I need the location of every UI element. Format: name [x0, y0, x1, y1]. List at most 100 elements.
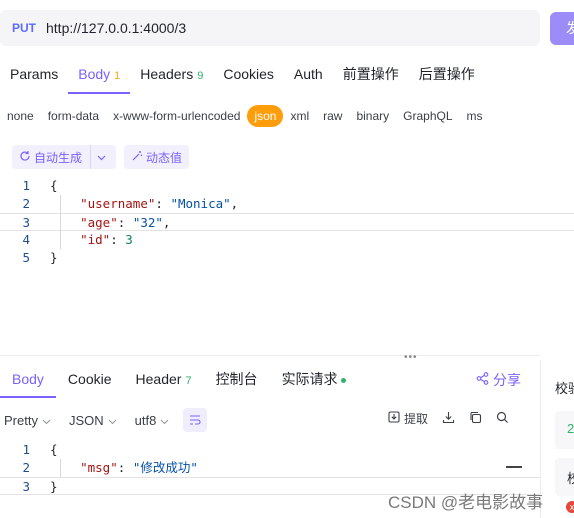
- code-line-current: 3 "age": "32",: [0, 213, 574, 231]
- line-number: 1: [22, 178, 30, 193]
- tab-pre-ops[interactable]: 前置操作: [333, 56, 409, 94]
- json-colon: :: [155, 196, 171, 211]
- search-icon[interactable]: [496, 411, 509, 427]
- body-type-graphql[interactable]: GraphQL: [396, 105, 459, 127]
- line-number: 3: [22, 215, 30, 230]
- resp-tab-actual-request[interactable]: 实际请求: [270, 362, 358, 398]
- encoding-value: utf8: [134, 412, 157, 428]
- url-bar[interactable]: PUT http://127.0.0.1:4000/3: [0, 10, 540, 46]
- extract-icon: [388, 411, 400, 426]
- brace: }: [50, 250, 58, 265]
- method-select[interactable]: PUT: [0, 21, 46, 35]
- status-dot: [340, 377, 346, 383]
- line-number: 3: [22, 479, 30, 494]
- tab-label: Params: [10, 66, 59, 82]
- body-type-json[interactable]: json: [247, 105, 284, 127]
- copy-icon[interactable]: [469, 411, 482, 427]
- tab-label: Auth: [293, 66, 323, 82]
- body-type-raw[interactable]: raw: [316, 105, 349, 127]
- dynamic-value-label: 动态值: [146, 150, 183, 165]
- code-line: 2 "msg": "修改成功": [0, 459, 574, 477]
- magic-wand-icon: [131, 150, 146, 165]
- validation-card[interactable]: 校: [555, 458, 574, 496]
- chevron-down-icon: [40, 413, 51, 428]
- code-line: 4 "id": 3: [0, 231, 574, 249]
- json-key: "msg": [80, 460, 118, 475]
- body-type-xml[interactable]: xml: [283, 105, 316, 127]
- json-comma: ,: [162, 215, 171, 230]
- watermark: CSDN @老电影故事: [388, 493, 544, 512]
- error-icon: x: [566, 501, 574, 513]
- tab-params[interactable]: Params: [0, 56, 68, 94]
- resp-tab-console[interactable]: 控制台: [204, 362, 270, 398]
- code-line: 2 "username": "Monica",: [0, 195, 574, 213]
- tab-label: Header: [135, 371, 182, 387]
- body-type-urlencoded[interactable]: x-www-form-urlencoded: [106, 105, 247, 127]
- tab-label: 控制台: [215, 371, 258, 387]
- tab-label: Cookie: [67, 371, 112, 387]
- brace: }: [50, 479, 58, 494]
- content-type-value: JSON: [68, 412, 104, 428]
- tab-cookies[interactable]: Cookies: [213, 56, 284, 94]
- chevron-down-icon[interactable]: [97, 150, 109, 164]
- line-number: 4: [22, 232, 30, 247]
- tab-label: 实际请求: [281, 371, 338, 387]
- auto-generate-button[interactable]: 自动生成: [12, 145, 117, 169]
- tab-headers[interactable]: Headers 9: [130, 56, 213, 94]
- response-body-viewer[interactable]: 1{ 2 "msg": "修改成功" 3}: [0, 441, 574, 495]
- download-icon[interactable]: [442, 411, 455, 427]
- scroll-indicator: [506, 466, 522, 468]
- format-value: Pretty: [4, 412, 38, 428]
- share-button[interactable]: 分享: [476, 370, 521, 390]
- brace: {: [50, 442, 58, 457]
- line-number: 5: [22, 250, 30, 265]
- tab-auth[interactable]: Auth: [284, 56, 333, 94]
- request-body-editor[interactable]: 1{ 2 "username": "Monica", 3 "age": "32"…: [0, 177, 574, 267]
- body-type-msgpack[interactable]: ms: [460, 105, 490, 127]
- refresh-icon: [19, 150, 34, 165]
- dynamic-value-button[interactable]: 动态值: [124, 145, 190, 169]
- url-input[interactable]: http://127.0.0.1:4000/3: [46, 20, 186, 36]
- code-line: 1{: [0, 441, 574, 459]
- pane-splitter[interactable]: [0, 355, 540, 359]
- line-number: 1: [22, 442, 30, 457]
- indent-guide: [60, 459, 61, 477]
- tab-label: Body: [78, 66, 111, 82]
- content-type-select[interactable]: JSON: [65, 413, 123, 428]
- resp-tab-header[interactable]: Header 7: [124, 362, 204, 398]
- json-value: "Monica": [170, 196, 231, 211]
- code-line: 5}: [0, 249, 574, 267]
- json-colon: :: [117, 215, 133, 230]
- tab-post-ops[interactable]: 后置操作: [409, 56, 485, 94]
- tab-badge: 9: [197, 70, 204, 82]
- json-value: "修改成功": [132, 460, 198, 475]
- tab-label: 前置操作: [342, 66, 399, 82]
- validation-card[interactable]: 2: [555, 411, 574, 449]
- json-key: "username": [80, 196, 156, 211]
- tab-label: 后置操作: [418, 66, 475, 82]
- response-actions: 提取: [388, 410, 509, 427]
- encoding-select[interactable]: utf8: [131, 413, 176, 428]
- send-button[interactable]: 发: [550, 12, 574, 45]
- json-colon: :: [117, 460, 133, 475]
- code-line: 1{: [0, 177, 574, 195]
- divider: [90, 145, 92, 169]
- word-wrap-button[interactable]: [183, 408, 208, 432]
- tab-badge: 7: [185, 375, 192, 387]
- tab-label: Headers: [140, 66, 194, 82]
- json-value: 3: [125, 232, 133, 247]
- resp-tab-body[interactable]: Body: [0, 362, 56, 398]
- tab-body[interactable]: Body 1: [68, 56, 131, 94]
- chevron-down-icon: [158, 413, 169, 428]
- chevron-down-icon: [106, 413, 117, 428]
- body-type-form-data[interactable]: form-data: [41, 105, 106, 127]
- wrap-lines-icon: [189, 413, 201, 428]
- json-colon: :: [110, 232, 126, 247]
- resp-tab-cookie[interactable]: Cookie: [56, 362, 124, 398]
- body-type-none[interactable]: none: [0, 105, 41, 127]
- body-type-binary[interactable]: binary: [349, 105, 396, 127]
- format-select[interactable]: Pretty: [0, 413, 57, 428]
- extract-button[interactable]: 提取: [388, 410, 428, 427]
- json-key: "age": [80, 215, 118, 230]
- json-key: "id": [80, 232, 111, 247]
